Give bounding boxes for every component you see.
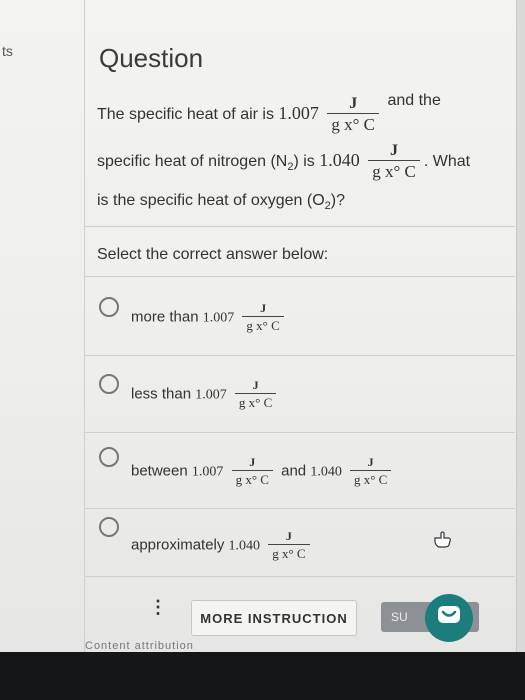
select-answer-label: Select the correct answer below: <box>97 246 329 263</box>
radio-button[interactable] <box>99 297 119 317</box>
answer-option-between[interactable]: between 1.007 J g x° C and 1.040 J g x° … <box>85 433 515 511</box>
unit-numerator: J <box>367 455 374 469</box>
chat-icon <box>436 604 462 633</box>
option-value-2: 1.040 <box>310 464 342 480</box>
question-text: ) is <box>293 153 320 171</box>
pointer-hand-icon <box>433 530 453 553</box>
question-line-1: The specific heat of air is 1.007 J g x°… <box>97 92 441 135</box>
chat-support-button[interactable] <box>425 594 473 642</box>
question-line-2: specific heat of nitrogen (N2) is 1.040 … <box>97 142 470 182</box>
unit-denominator: g x° C <box>242 316 284 334</box>
divider <box>85 576 515 577</box>
question-text: The specific heat of air is <box>97 106 279 123</box>
nitrogen-value: 1.040 <box>319 150 360 171</box>
unit-fraction: J g x° C <box>368 142 420 182</box>
unit-denominator: g x° C <box>349 470 392 488</box>
option-label: more than 1.007 J g x° C <box>131 301 288 334</box>
bottom-toolbar: ⋮ MORE INSTRUCTION SU <box>85 586 515 646</box>
option-prefix: approximately <box>131 536 229 554</box>
option-prefix: less than <box>131 385 196 403</box>
radio-button[interactable] <box>99 447 119 467</box>
question-text: )? <box>330 192 346 209</box>
unit-numerator: J <box>252 378 259 392</box>
unit-numerator: J <box>285 529 292 543</box>
unit-numerator: J <box>249 455 256 469</box>
unit-fraction: J g x° C <box>327 94 380 135</box>
question-line-3: is the specific heat of oxygen (O2)? <box>97 192 345 212</box>
option-middle: and <box>281 462 311 480</box>
unit-denominator: g x° C <box>368 160 420 182</box>
app-screen: ts Question The specific heat of air is … <box>0 0 525 652</box>
answer-option-less-than[interactable]: less than 1.007 J g x° C <box>85 356 515 434</box>
unit-fraction: J g x° C <box>349 455 392 488</box>
option-prefix: between <box>131 462 192 480</box>
kebab-menu-icon[interactable]: ⋮ <box>149 598 167 616</box>
option-value: 1.007 <box>195 387 227 403</box>
question-text: is the specific heat of oxygen (O <box>97 192 325 209</box>
option-label: between 1.007 J g x° C and 1.040 J g x° … <box>131 455 395 488</box>
radio-button[interactable] <box>99 374 119 394</box>
answer-option-more-than[interactable]: more than 1.007 J g x° C <box>85 277 515 355</box>
unit-numerator: J <box>260 301 267 315</box>
question-text: . What <box>423 153 471 171</box>
radio-button[interactable] <box>99 517 119 537</box>
unit-denominator: g x° C <box>268 544 310 562</box>
unit-denominator: g x° C <box>327 112 380 135</box>
question-text: and the <box>387 92 441 109</box>
question-title: Question <box>99 43 204 73</box>
option-value: 1.007 <box>191 464 224 480</box>
right-edge <box>516 0 525 652</box>
divider <box>85 226 515 227</box>
air-value: 1.007 <box>278 103 319 123</box>
option-value: 1.040 <box>228 538 261 554</box>
option-label: approximately 1.040 J g x° C <box>131 529 314 562</box>
left-rail: ts <box>0 0 85 652</box>
option-value: 1.007 <box>202 310 235 326</box>
unit-denominator: g x° C <box>234 393 277 411</box>
unit-fraction: J g x° C <box>231 455 273 488</box>
more-instruction-button[interactable]: MORE INSTRUCTION <box>191 600 357 636</box>
question-panel: Question The specific heat of air is 1.0… <box>85 0 515 652</box>
content-attribution-text: Content attribution <box>85 640 194 652</box>
left-tab-label[interactable]: ts <box>2 43 13 59</box>
unit-numerator: J <box>349 94 358 112</box>
option-label: less than 1.007 J g x° C <box>131 378 280 411</box>
unit-numerator: J <box>390 142 398 159</box>
unit-fraction: J g x° C <box>234 378 277 411</box>
option-prefix: more than <box>131 308 203 326</box>
question-text: specific heat of nitrogen (N <box>97 153 288 171</box>
unit-denominator: g x° C <box>231 470 273 488</box>
unit-fraction: J g x° C <box>268 529 310 562</box>
unit-fraction: J g x° C <box>242 301 284 334</box>
